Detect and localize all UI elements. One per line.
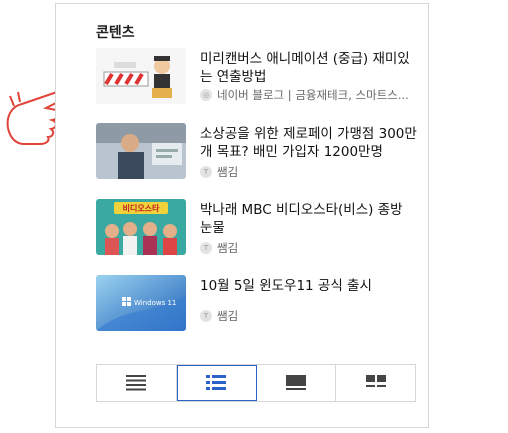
item-title[interactable]: 10월 5일 윈도우11 공식 출시 — [200, 277, 418, 295]
view-mode-tabs — [96, 364, 416, 402]
list-item[interactable]: 비디오스타 박나래 MBC 비디오스타(비스) 종방 눈물 T 쌤김 — [96, 199, 416, 257]
item-meta: T 쌤김 — [200, 308, 238, 324]
thumbnail-image: Windows 11 — [96, 275, 186, 331]
thumbnail-image: 비디오스타 — [96, 199, 186, 255]
tab-list-view[interactable] — [97, 365, 177, 401]
item-author: 쌤김 — [217, 309, 239, 323]
list-item[interactable]: 미리캔버스 애니메이션 (중급) 재미있는 연출방법 ◎ 네이버 블로그 | 금… — [96, 48, 416, 106]
item-author: 쌤김 — [217, 241, 239, 255]
item-title[interactable]: 미리캔버스 애니메이션 (중급) 재미있는 연출방법 — [200, 50, 418, 86]
author-avatar-icon: T — [200, 310, 212, 322]
thumbnail-image — [96, 48, 186, 104]
detail-list-icon — [206, 375, 227, 390]
item-source: 네이버 블로그 | 금융재테크, 스마트스... — [217, 88, 409, 102]
item-meta: T 쌤김 — [200, 240, 238, 256]
author-avatar-icon: T — [200, 166, 212, 178]
item-author: 쌤김 — [217, 165, 239, 179]
thumbnail-image — [96, 123, 186, 179]
item-meta: ◎ 네이버 블로그 | 금융재테크, 스마트스... — [200, 87, 409, 103]
tab-card-view[interactable] — [257, 365, 337, 401]
tab-album-view[interactable] — [336, 365, 415, 401]
panel-title: 콘텐츠 — [96, 25, 135, 41]
content-panel: 콘텐츠 미리캔버스 애니메이션 (중급) 재미있는 연출방법 ◎ 네이버 블로그… — [55, 3, 429, 428]
thumb-logo-text: 비디오스타 — [123, 203, 160, 213]
card-icon — [285, 375, 306, 390]
item-meta: T 쌤김 — [200, 164, 238, 180]
item-title[interactable]: 소상공을 위한 제로페이 가맹점 300만개 목표? 배민 가입자 1200만명 — [200, 125, 418, 161]
tab-detail-list-view[interactable] — [176, 365, 257, 401]
item-title[interactable]: 박나래 MBC 비디오스타(비스) 종방 눈물 — [200, 201, 418, 237]
list-item[interactable]: 소상공을 위한 제로페이 가맹점 300만개 목표? 배민 가입자 1200만명… — [96, 123, 418, 181]
source-icon: ◎ — [200, 89, 212, 101]
author-avatar-icon: T — [200, 242, 212, 254]
album-icon — [365, 375, 386, 387]
thumb-logo-text: Windows 11 — [134, 299, 176, 307]
list-item[interactable]: Windows 11 10월 5일 윈도우11 공식 출시 T 쌤김 — [96, 275, 416, 333]
list-icon — [126, 375, 147, 391]
